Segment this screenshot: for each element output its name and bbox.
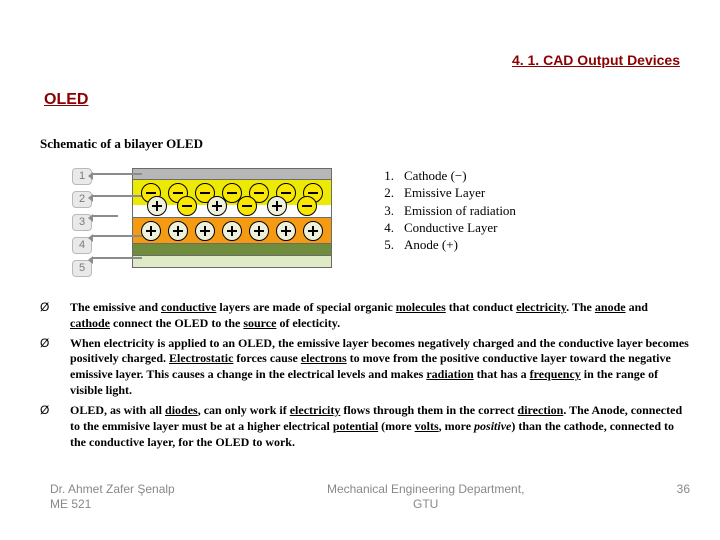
- legend-item: 3. Emission of radiation: [376, 203, 516, 219]
- legend-item: 4. Conductive Layer: [376, 220, 516, 236]
- layer-cathode: [133, 169, 331, 179]
- subtitle: Schematic of a bilayer OLED: [40, 136, 203, 152]
- plus-icon: [222, 221, 242, 241]
- layer-radiation-gap: [133, 205, 331, 217]
- legend-text: Emission of radiation: [404, 203, 516, 219]
- minus-icon: [249, 183, 269, 203]
- legend-text: Cathode (−): [404, 168, 467, 184]
- plus-icon: [168, 221, 188, 241]
- oled-diagram: [100, 168, 332, 268]
- breadcrumb: 4. 1. CAD Output Devices: [512, 52, 680, 70]
- slide: 4. 1. CAD Output Devices OLED Schematic …: [0, 0, 720, 540]
- minus-icon: [276, 183, 296, 203]
- minus-icon: [141, 183, 161, 203]
- minus-icon: [303, 183, 323, 203]
- plus-icon: [276, 221, 296, 241]
- bullet-list: Ø The emissive and conductive layers are…: [40, 300, 690, 454]
- legend-num: 1.: [376, 168, 394, 184]
- bullet-item: Ø The emissive and conductive layers are…: [40, 300, 690, 332]
- bullet-text: The emissive and conductive layers are m…: [70, 300, 690, 332]
- footer-author: Dr. Ahmet Zafer Şenalp ME 521: [30, 482, 175, 512]
- bullet-marker-icon: Ø: [40, 300, 70, 332]
- legend-num: 5.: [376, 237, 394, 253]
- minus-icon: [222, 183, 242, 203]
- layer-stack: [132, 168, 332, 268]
- bullet-item: Ø When electricity is applied to an OLED…: [40, 336, 690, 399]
- plus-icon: [303, 221, 323, 241]
- legend: 1. Cathode (−) 2. Emissive Layer 3. Emis…: [376, 168, 516, 254]
- legend-item: 1. Cathode (−): [376, 168, 516, 184]
- layer-conductive: [133, 217, 331, 243]
- minus-icon: [195, 183, 215, 203]
- page-title: OLED: [44, 90, 88, 110]
- footer-dept: Mechanical Engineering Department, GTU: [175, 482, 677, 512]
- bullet-text: When electricity is applied to an OLED, …: [70, 336, 690, 399]
- plus-icon: [141, 221, 161, 241]
- bullet-marker-icon: Ø: [40, 403, 70, 450]
- legend-num: 2.: [376, 185, 394, 201]
- legend-item: 5. Anode (+): [376, 237, 516, 253]
- legend-text: Conductive Layer: [404, 220, 498, 236]
- page-number: 36: [677, 482, 690, 497]
- layer-emissive: [133, 179, 331, 205]
- layer-anode: [133, 243, 331, 255]
- bullet-text: OLED, as with all diodes, can only work …: [70, 403, 690, 450]
- legend-num: 3.: [376, 203, 394, 219]
- bullet-marker-icon: Ø: [40, 336, 70, 399]
- legend-item: 2. Emissive Layer: [376, 185, 516, 201]
- layer-substrate: [133, 255, 331, 267]
- plus-icon: [249, 221, 269, 241]
- legend-text: Emissive Layer: [404, 185, 485, 201]
- legend-num: 4.: [376, 220, 394, 236]
- minus-icon: [168, 183, 188, 203]
- bullet-item: Ø OLED, as with all diodes, can only wor…: [40, 403, 690, 450]
- legend-text: Anode (+): [404, 237, 458, 253]
- plus-icon: [195, 221, 215, 241]
- footer: Dr. Ahmet Zafer Şenalp ME 521 Mechanical…: [0, 482, 720, 512]
